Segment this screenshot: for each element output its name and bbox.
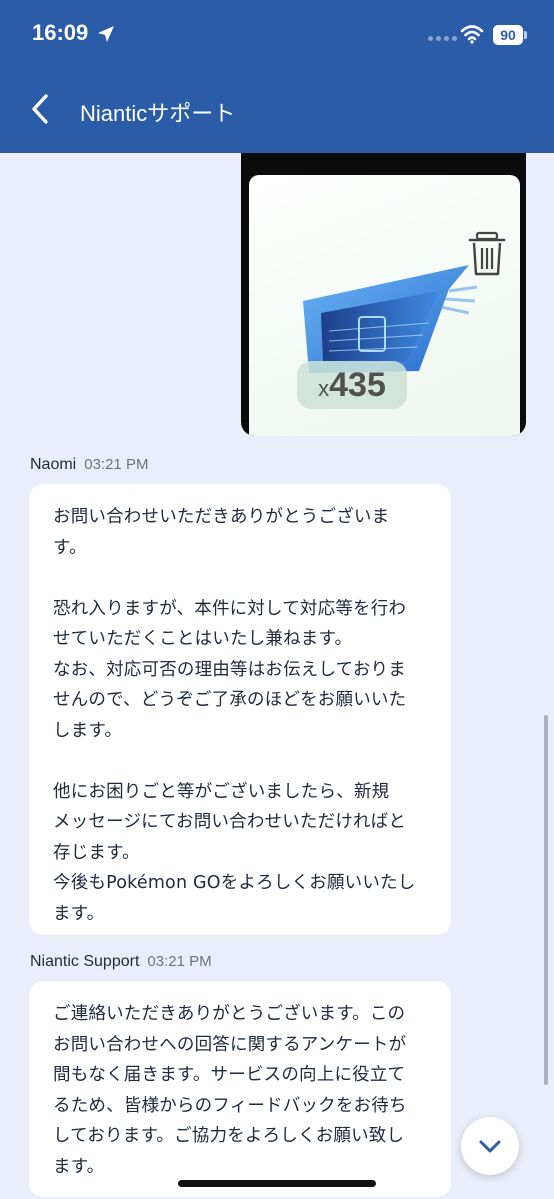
item-count-badge: x435	[297, 361, 407, 409]
wifi-icon	[460, 25, 484, 44]
back-button[interactable]	[26, 92, 56, 126]
message-time: 03:21 PM	[84, 456, 149, 473]
battery-icon: 90	[493, 25, 527, 45]
scroll-to-bottom-button[interactable]	[461, 1117, 519, 1175]
message-sender-row: Naomi 03:21 PM	[30, 456, 148, 474]
message-bubble: ご連絡いただきありがとうございます。この お問い合わせへの回答に関するアンケート…	[29, 981, 451, 1197]
home-indicator[interactable]	[178, 1180, 376, 1187]
chevron-down-icon	[479, 1140, 501, 1153]
image-attachment[interactable]: x435	[241, 153, 526, 436]
sender-name: Niantic Support	[30, 953, 140, 970]
scrollbar[interactable]	[544, 715, 548, 1085]
signal-dots-icon	[428, 36, 458, 42]
status-time: 16:09	[32, 20, 89, 45]
app-header: 16:09 90 Nianticサポート	[0, 0, 554, 153]
location-arrow-icon	[98, 26, 114, 42]
page-title: Nianticサポート	[80, 101, 236, 126]
chevron-left-icon	[32, 94, 48, 124]
message-sender-row: Niantic Support 03:21 PM	[30, 953, 212, 971]
message-time: 03:21 PM	[147, 953, 212, 970]
sender-name: Naomi	[30, 456, 77, 473]
message-bubble: お問い合わせいただきありがとうございま す。 恐れ入りますが、本件に対して対応等…	[29, 484, 451, 935]
screenshot-image: x435	[249, 175, 520, 436]
